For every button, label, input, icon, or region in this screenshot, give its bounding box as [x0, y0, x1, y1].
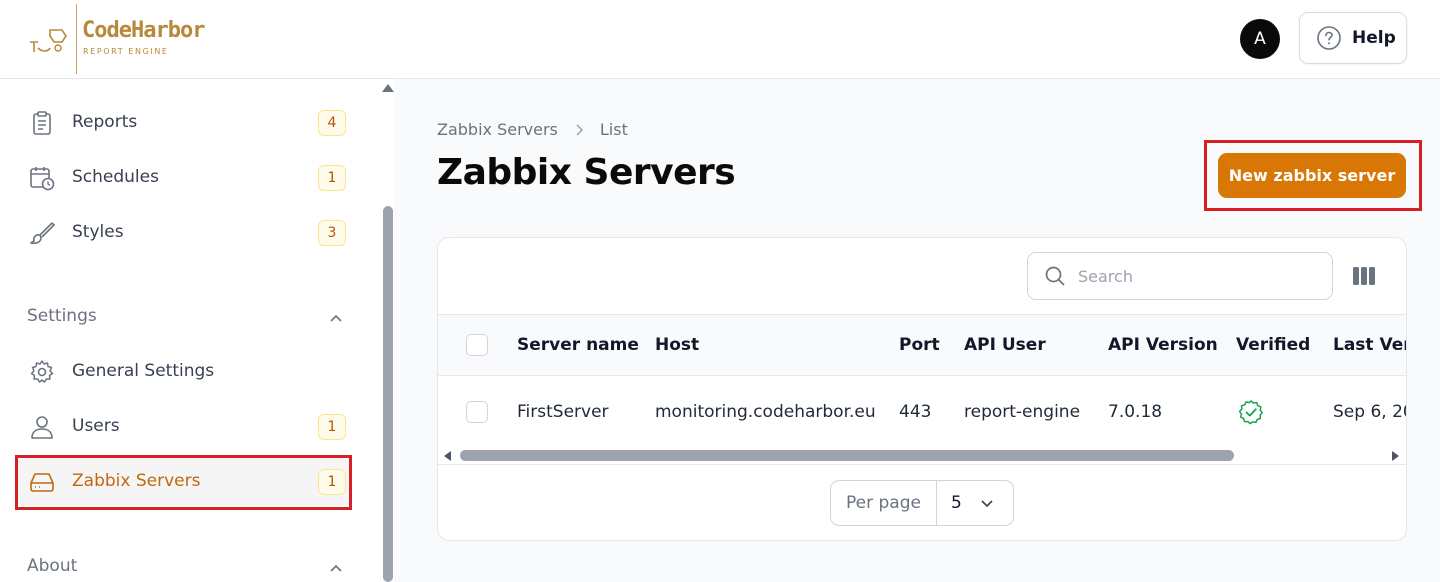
brand-subtitle: REPORT ENGINE: [83, 47, 169, 56]
sidebar-scrollbar-thumb[interactable]: [383, 206, 393, 582]
help-button[interactable]: Help: [1299, 12, 1407, 64]
count-badge: 3: [318, 220, 346, 246]
breadcrumb-zabbix-servers[interactable]: Zabbix Servers: [437, 120, 558, 139]
select-all-checkbox[interactable]: [466, 334, 488, 356]
harbor-logo-icon: [30, 29, 67, 52]
highlight-annotation-sidebar: [15, 455, 352, 510]
top-bar: CodeHarbor REPORT ENGINE A Help: [0, 0, 1440, 79]
section-title: About: [27, 556, 78, 576]
scroll-left-arrow-icon[interactable]: [444, 451, 451, 461]
chevron-down-icon: [981, 500, 993, 508]
sidebar-item-general-settings[interactable]: General Settings: [18, 348, 350, 396]
sidebar-item-label: Styles: [72, 222, 124, 242]
table-header: Server name Host Port API User API Versi…: [438, 314, 1406, 376]
column-header-verified[interactable]: Verified: [1236, 315, 1310, 375]
sidebar-item-styles[interactable]: Styles 3: [18, 209, 350, 257]
clipboard-icon: [33, 111, 51, 135]
breadcrumb: Zabbix Servers List: [437, 120, 628, 139]
per-page-value: 5: [951, 493, 962, 513]
search-icon: [1045, 266, 1065, 286]
column-header-host[interactable]: Host: [655, 315, 699, 375]
breadcrumb-list: List: [599, 120, 628, 139]
brand-logo[interactable]: CodeHarbor REPORT ENGINE: [28, 4, 205, 74]
per-page-dropdown[interactable]: 5: [937, 481, 1013, 525]
column-header-port[interactable]: Port: [899, 315, 940, 375]
column-header-api-version[interactable]: API Version: [1108, 315, 1218, 375]
sidebar-item-label: Reports: [72, 112, 138, 132]
search-input[interactable]: [1078, 266, 1308, 286]
section-title: Settings: [27, 306, 97, 326]
chevron-right-icon: [576, 123, 583, 136]
column-header-api-user[interactable]: API User: [964, 315, 1046, 375]
verified-check-icon: [1238, 400, 1263, 425]
help-label: Help: [1352, 28, 1396, 48]
gear-icon: [30, 360, 54, 383]
cell-api-version: 7.0.18: [1108, 402, 1163, 422]
chevron-up-icon: [330, 564, 342, 572]
page-title: Zabbix Servers: [437, 152, 736, 193]
sidebar-item-label: Users: [72, 416, 120, 436]
sidebar-item-schedules[interactable]: Schedules 1: [18, 154, 350, 202]
search-box[interactable]: [1027, 252, 1333, 300]
table-row[interactable]: FirstServer monitoring.codeharbor.eu 443…: [438, 376, 1407, 448]
sidebar-item-label: Schedules: [72, 167, 159, 187]
chevron-up-icon: [330, 314, 342, 322]
horizontal-scrollbar-thumb[interactable]: [460, 450, 1234, 461]
sidebar-item-label: General Settings: [72, 361, 215, 381]
servers-table-card: Server name Host Port API User API Versi…: [437, 237, 1407, 541]
column-header-last-verified[interactable]: Last Veri: [1333, 315, 1406, 375]
brand-name: CodeHarbor: [82, 18, 205, 43]
sidebar-item-reports[interactable]: Reports 4: [18, 99, 350, 147]
count-badge: 4: [318, 110, 346, 136]
logo-divider: [76, 4, 77, 74]
user-icon: [31, 416, 53, 439]
cell-last-verified: Sep 6, 20: [1333, 402, 1407, 422]
column-header-server-name[interactable]: Server name: [517, 315, 639, 375]
table-footer: Per page 5: [438, 464, 1406, 540]
cell-api-user: report-engine: [964, 402, 1081, 422]
calendar-clock-icon: [30, 167, 55, 191]
scroll-up-arrow-icon[interactable]: [382, 84, 394, 92]
settings-section-toggle[interactable]: Settings: [27, 306, 347, 332]
question-circle-icon: [1317, 26, 1341, 50]
paintbrush-icon: [30, 222, 56, 245]
sidebar-item-users[interactable]: Users 1: [18, 403, 350, 451]
cell-port: 443: [899, 402, 932, 422]
per-page-select[interactable]: Per page 5: [830, 480, 1014, 526]
count-badge: 1: [318, 165, 346, 191]
table-horizontal-scrollbar[interactable]: [438, 448, 1406, 464]
scroll-right-arrow-icon[interactable]: [1392, 451, 1399, 461]
about-section-toggle[interactable]: About: [27, 556, 347, 582]
per-page-label: Per page: [831, 481, 937, 525]
count-badge: 1: [318, 414, 346, 440]
cell-host: monitoring.codeharbor.eu: [655, 402, 876, 422]
highlight-annotation-new-button: [1204, 140, 1422, 211]
user-avatar[interactable]: A: [1240, 19, 1280, 59]
cell-server-name: FirstServer: [517, 402, 609, 422]
columns-toggle-icon[interactable]: [1352, 265, 1376, 287]
row-checkbox[interactable]: [466, 401, 488, 423]
